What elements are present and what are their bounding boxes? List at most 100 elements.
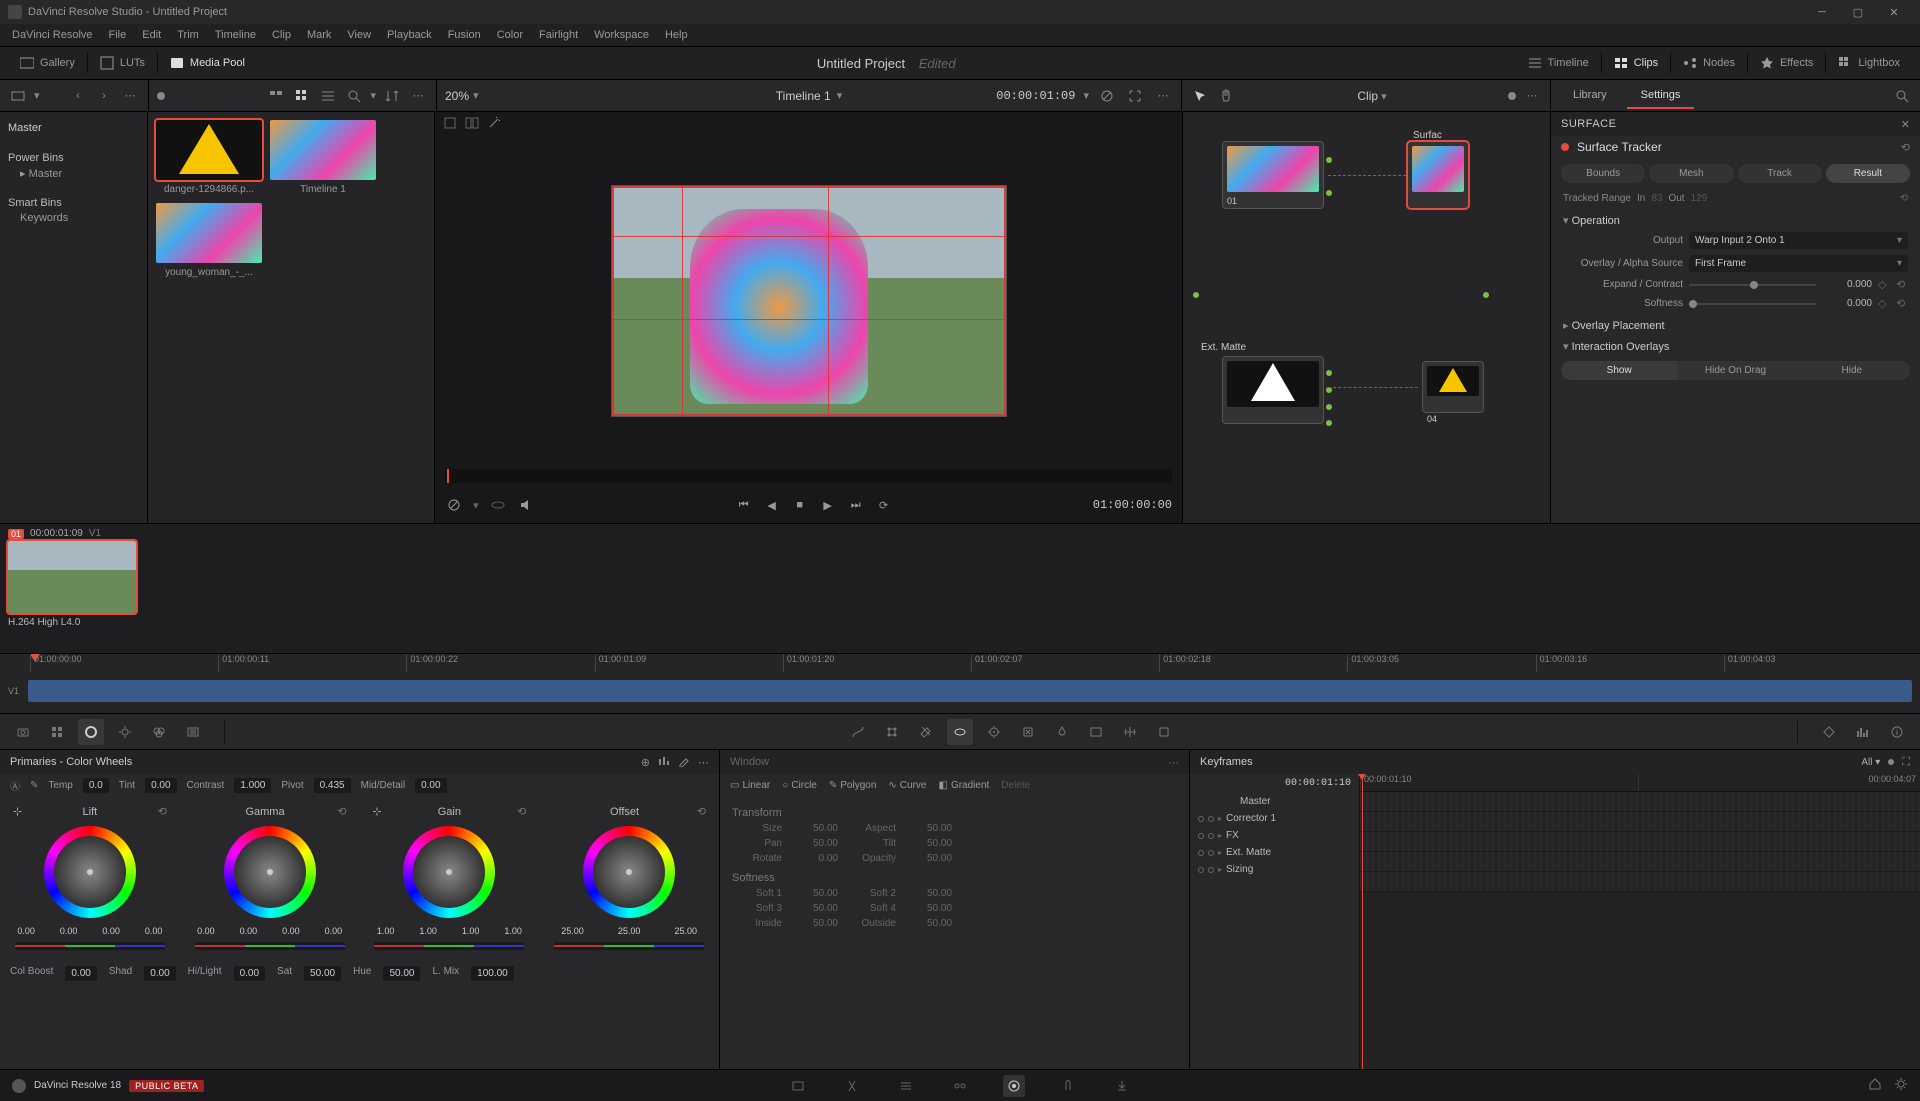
mute-icon[interactable] xyxy=(517,496,535,514)
hue-value[interactable]: 50.00 xyxy=(383,966,420,981)
lmix-value[interactable]: 100.00 xyxy=(471,966,514,981)
output-dropdown[interactable]: Warp Input 2 Onto 1▾ xyxy=(1689,232,1908,249)
close-inspector-icon[interactable]: ✕ xyxy=(1901,118,1910,131)
scopes-icon[interactable] xyxy=(1850,719,1876,745)
tracker-icon[interactable] xyxy=(981,719,1007,745)
menu-trim[interactable]: Trim xyxy=(169,29,207,41)
kf-expand-icon[interactable]: ⛶ xyxy=(1902,756,1910,769)
menu-timeline[interactable]: Timeline xyxy=(207,29,264,41)
softness-slider[interactable] xyxy=(1689,303,1816,305)
contrast-value[interactable]: 1.000 xyxy=(234,778,271,793)
menu-color[interactable]: Color xyxy=(489,29,531,41)
minimize-button[interactable]: ─ xyxy=(1804,0,1840,24)
expand-value[interactable]: 0.000 xyxy=(1822,279,1872,290)
soft3-value[interactable]: 50.00 xyxy=(790,903,838,914)
menu-mark[interactable]: Mark xyxy=(299,29,339,41)
page-color[interactable] xyxy=(1003,1075,1025,1097)
reset-lift-icon[interactable]: ⟲ xyxy=(158,805,167,818)
curves-icon[interactable] xyxy=(845,719,871,745)
media-item[interactable]: danger-1294866.p... xyxy=(156,120,262,195)
expand-reset-icon[interactable]: ⟲ xyxy=(1896,278,1908,291)
reset-gain-icon[interactable]: ⟲ xyxy=(517,805,526,818)
page-fusion[interactable] xyxy=(949,1075,971,1097)
grid-view-icon[interactable] xyxy=(292,86,312,106)
viewer-timecode[interactable]: 00:00:01:09 xyxy=(996,89,1075,103)
gamma-jog[interactable] xyxy=(195,942,345,950)
menu-help[interactable]: Help xyxy=(657,29,696,41)
softness-keyframe-icon[interactable]: ◇ xyxy=(1878,297,1890,310)
menu-file[interactable]: File xyxy=(101,29,135,41)
stop-button[interactable]: ■ xyxy=(791,496,809,514)
media-item[interactable]: Timeline 1 xyxy=(270,120,376,195)
maximize-button[interactable]: ▢ xyxy=(1840,0,1876,24)
delete-tool[interactable]: Delete xyxy=(1001,780,1030,791)
viewer-canvas[interactable] xyxy=(611,185,1007,417)
node-source[interactable]: 01 xyxy=(1223,142,1323,208)
soft2-value[interactable]: 50.00 xyxy=(904,888,952,899)
sat-value[interactable]: 50.00 xyxy=(304,966,341,981)
soft4-value[interactable]: 50.00 xyxy=(904,903,952,914)
menu-clip[interactable]: Clip xyxy=(264,29,299,41)
pointer-icon[interactable] xyxy=(1190,86,1210,106)
gain-wheel[interactable] xyxy=(403,826,495,918)
menu-view[interactable]: View xyxy=(339,29,379,41)
page-fairlight[interactable] xyxy=(1057,1075,1079,1097)
aw-icon[interactable]: Ⓐ xyxy=(10,778,20,793)
menu-workspace[interactable]: Workspace xyxy=(586,29,657,41)
overlay-source-dropdown[interactable]: First Frame▾ xyxy=(1689,255,1908,272)
yrgb-picker-icon[interactable]: ⊹ xyxy=(13,805,22,818)
linear-tool[interactable]: ▭ Linear xyxy=(730,780,770,791)
media-item[interactable]: young_woman_-_... xyxy=(156,203,262,278)
lightbox-button[interactable]: Lightbox xyxy=(1830,52,1908,74)
kf-fx[interactable]: ▸FX xyxy=(1190,827,1359,844)
win-opacity-value[interactable]: 50.00 xyxy=(904,853,952,864)
close-button[interactable]: ✕ xyxy=(1876,0,1912,24)
softness-reset-icon[interactable]: ⟲ xyxy=(1896,297,1908,310)
qualifier-icon[interactable] xyxy=(913,719,939,745)
seg-show[interactable]: Show xyxy=(1561,361,1677,380)
sort-icon[interactable] xyxy=(382,86,402,106)
curve-tool[interactable]: ∿ Curve xyxy=(888,780,926,791)
more-icon[interactable]: ⋯ xyxy=(120,86,140,106)
page-edit[interactable] xyxy=(895,1075,917,1097)
keyframe-mode-icon[interactable] xyxy=(1816,719,1842,745)
viewer-more-icon[interactable]: ⋯ xyxy=(1153,86,1173,106)
highlight-icon[interactable] xyxy=(443,116,457,133)
viewer-scrubber[interactable] xyxy=(445,469,1172,483)
clip-dropdown[interactable]: Clip xyxy=(1357,89,1378,103)
gamma-wheel[interactable] xyxy=(224,826,316,918)
lift-jog[interactable] xyxy=(15,942,165,950)
hilight-value[interactable]: 0.00 xyxy=(234,966,265,981)
shad-value[interactable]: 0.00 xyxy=(144,966,175,981)
first-frame-button[interactable]: ⏮ xyxy=(735,496,753,514)
search-icon[interactable] xyxy=(344,86,364,106)
node-surface[interactable] xyxy=(1408,142,1468,208)
inside-value[interactable]: 50.00 xyxy=(790,918,838,929)
kf-playhead-icon[interactable] xyxy=(1362,774,1363,1069)
timeline-clip[interactable] xyxy=(28,680,1912,702)
node-graph[interactable]: 01 Surfac Ext. Matte 04 xyxy=(1183,112,1551,523)
section-interaction[interactable]: Interaction Overlays xyxy=(1551,334,1920,355)
gain-jog[interactable] xyxy=(374,942,524,950)
offset-jog[interactable] xyxy=(554,942,704,950)
3d-icon[interactable] xyxy=(1151,719,1177,745)
keyframes-mode-dropdown[interactable]: All ▾ xyxy=(1861,757,1880,768)
seg-hide[interactable]: Hide xyxy=(1794,361,1910,380)
softness-value[interactable]: 0.000 xyxy=(1822,298,1872,309)
luts-button[interactable]: LUTs xyxy=(92,52,153,74)
loop-eye-icon[interactable] xyxy=(489,496,507,514)
timeline-button[interactable]: Timeline xyxy=(1520,52,1597,74)
gradient-tool[interactable]: ◧ Gradient xyxy=(938,780,989,791)
magic-mask-icon[interactable] xyxy=(1015,719,1041,745)
timeline-ruler[interactable]: 01:00:00:00 01:00:00:11 01:00:00:22 01:0… xyxy=(0,653,1920,713)
expand-slider[interactable] xyxy=(1689,284,1816,286)
offset-wheel[interactable] xyxy=(583,826,675,918)
blur-icon[interactable] xyxy=(1049,719,1075,745)
insp-search-icon[interactable] xyxy=(1892,86,1912,106)
unmix-icon[interactable] xyxy=(445,496,463,514)
window-icon[interactable] xyxy=(947,719,973,745)
node-ext-matte[interactable] xyxy=(1223,357,1323,423)
picker2-icon[interactable]: ✎ xyxy=(30,780,38,791)
reset-tracker-icon[interactable]: ⟲ xyxy=(1901,141,1910,154)
split-icon[interactable] xyxy=(465,116,479,133)
